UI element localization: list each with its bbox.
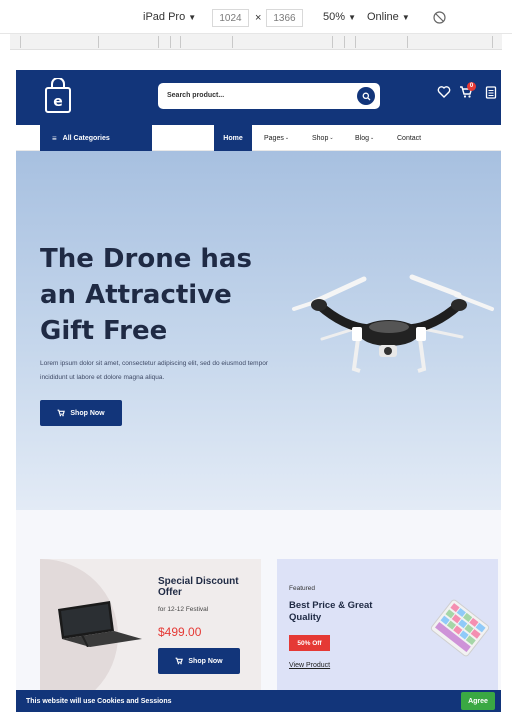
chevron-down-icon: ▼ bbox=[401, 13, 410, 22]
device-select[interactable]: iPad Pro ▼ bbox=[143, 11, 196, 23]
search-icon bbox=[362, 92, 370, 100]
device-toolbar: iPad Pro ▼ 1024 × 1366 50% ▼ Online ▼ bbox=[0, 0, 512, 34]
nav-blog-label: Blog bbox=[355, 134, 370, 142]
svg-text:e: e bbox=[53, 94, 63, 110]
hero-text: Lorem ipsum dolor sit amet, consectetur … bbox=[40, 360, 268, 381]
nav-home[interactable]: Home bbox=[214, 125, 252, 151]
zoom-value: 50% bbox=[323, 11, 346, 23]
menu-icon: ≡ bbox=[52, 133, 57, 143]
shopping-bag-logo-icon[interactable]: e bbox=[43, 78, 73, 114]
promo1-button-label: Shop Now bbox=[188, 657, 223, 665]
times-icon: × bbox=[255, 12, 262, 24]
cart-icon bbox=[57, 409, 66, 417]
drone-image bbox=[292, 274, 494, 373]
chevron-down-icon: ⌄ bbox=[370, 135, 375, 141]
media-query-ruler bbox=[10, 34, 502, 50]
search-placeholder: Search product... bbox=[167, 92, 225, 99]
chevron-down-icon: ▼ bbox=[348, 13, 357, 22]
network-select[interactable]: Online ▼ bbox=[367, 11, 410, 23]
main-nav: ≡ All Categories Home Pages ⌄ Shop ⌄ Blo… bbox=[16, 125, 501, 151]
height-input[interactable]: 1366 bbox=[266, 9, 303, 27]
site-header: e Search product... 0 bbox=[16, 70, 501, 125]
promo1-shop-now-button[interactable]: Shop Now bbox=[158, 648, 240, 674]
cart-count-badge: 0 bbox=[467, 82, 476, 91]
hero-banner: The Drone has an Attractive Gift Free Lo… bbox=[16, 151, 501, 510]
nav-pages-label: Pages bbox=[264, 134, 284, 142]
rotate-disabled-icon[interactable] bbox=[433, 11, 446, 24]
hero-button-label: Shop Now bbox=[70, 409, 105, 417]
cookie-banner: This website will use Cookies and Sessio… bbox=[16, 690, 501, 712]
zoom-select[interactable]: 50% ▼ bbox=[323, 11, 356, 23]
agree-button[interactable]: Agree bbox=[461, 692, 495, 710]
clipboard-icon[interactable] bbox=[484, 85, 498, 99]
device-name: iPad Pro bbox=[143, 11, 186, 23]
promo2-tag: Featured bbox=[289, 585, 316, 592]
nav-shop-label: Shop bbox=[312, 134, 329, 142]
view-product-link[interactable]: View Product bbox=[289, 662, 330, 669]
promo1-price: $499.00 bbox=[158, 625, 202, 639]
cart-icon bbox=[175, 657, 184, 665]
search-input[interactable]: Search product... bbox=[158, 83, 380, 109]
promo1-subtitle: for 12-12 Festival bbox=[158, 606, 209, 613]
hero-title: The Drone has an Attractive Gift Free bbox=[40, 244, 252, 346]
nav-blog[interactable]: Blog ⌄ bbox=[355, 125, 374, 151]
all-categories-label: All Categories bbox=[62, 134, 110, 142]
nav-contact[interactable]: Contact bbox=[397, 125, 421, 151]
laptop-image bbox=[58, 601, 142, 647]
cookie-text: This website will use Cookies and Sessio… bbox=[26, 697, 172, 705]
nav-shop[interactable]: Shop ⌄ bbox=[312, 125, 334, 151]
promo2-title: Best Price & Great Quality bbox=[289, 600, 373, 623]
network-value: Online bbox=[367, 11, 399, 23]
chevron-down-icon: ⌄ bbox=[284, 135, 290, 141]
chevron-down-icon: ▼ bbox=[188, 13, 197, 22]
discount-badge: 50% Off bbox=[289, 635, 330, 651]
heart-icon[interactable] bbox=[437, 85, 451, 99]
page-viewport: e Search product... 0 ≡ All Categories H… bbox=[16, 70, 501, 712]
chevron-down-icon: ⌄ bbox=[329, 135, 334, 141]
nav-pages[interactable]: Pages ⌄ bbox=[264, 125, 289, 151]
all-categories-button[interactable]: ≡ All Categories bbox=[40, 125, 152, 151]
keyboard-image bbox=[430, 599, 490, 657]
search-button[interactable] bbox=[357, 87, 375, 105]
hero-shop-now-button[interactable]: Shop Now bbox=[40, 400, 122, 426]
promo1-title: Special Discount Offer bbox=[158, 576, 239, 598]
width-input[interactable]: 1024 bbox=[212, 9, 249, 27]
